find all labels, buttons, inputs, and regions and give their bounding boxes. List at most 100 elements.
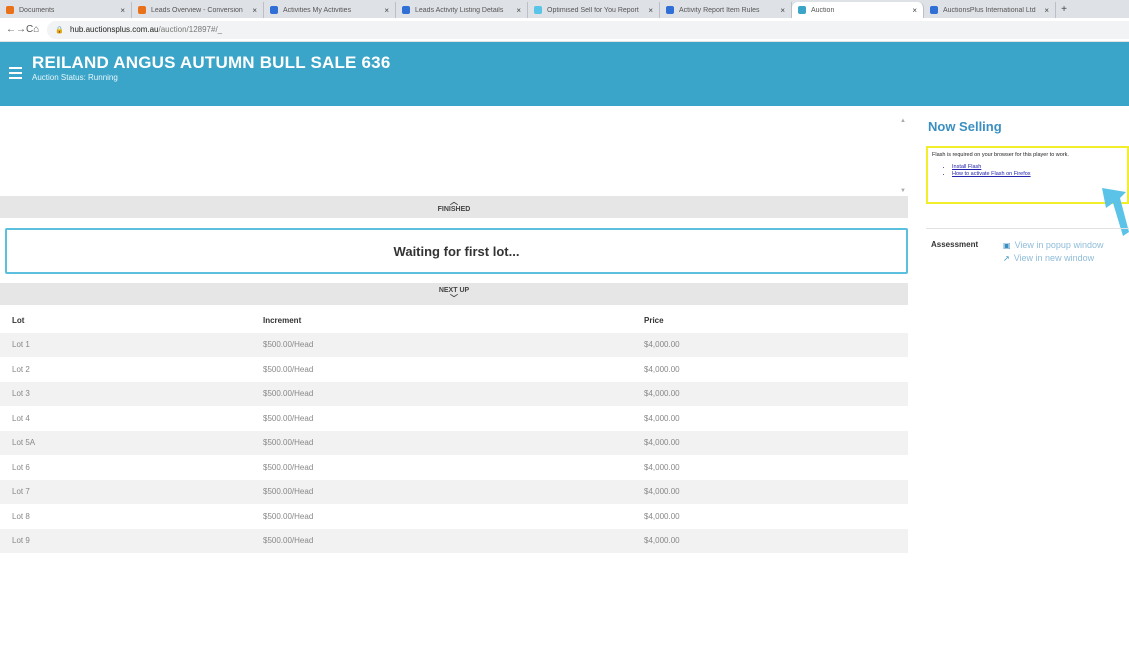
finished-label: FINISHED — [437, 206, 471, 213]
browser-tab[interactable]: Leads Overview - Conversion × — [132, 2, 264, 18]
price-cell: $4,000.00 — [644, 413, 680, 423]
table-row[interactable]: Lot 2 $500.00/Head $4,000.00 — [0, 357, 908, 382]
finished-toggle[interactable]: ︿ FINISHED — [0, 196, 908, 218]
browser-tab[interactable]: Documents × — [0, 2, 132, 18]
close-tab-icon[interactable]: × — [1044, 6, 1049, 15]
stream-scrollbar[interactable]: ▲ ▼ — [898, 116, 908, 194]
tab-title: Activity Report Item Rules — [679, 6, 760, 14]
column-header-increment: Increment — [263, 315, 302, 325]
scroll-down-icon[interactable]: ▼ — [900, 188, 906, 194]
close-tab-icon[interactable]: × — [384, 6, 389, 15]
browser-tab[interactable]: Activity Report Item Rules × — [660, 2, 792, 18]
tab-title: Activities My Activities — [283, 6, 352, 14]
close-tab-icon[interactable]: × — [516, 6, 521, 15]
now-selling-heading: Now Selling — [928, 119, 1002, 134]
assessment-label: Assessment — [931, 240, 979, 249]
browser-address-bar: ← → C ⌂ 🔒 hub.auctionsplus.com.au/auctio… — [0, 18, 1129, 42]
lot-cell: Lot 9 — [12, 536, 30, 546]
price-cell: $4,000.00 — [644, 340, 680, 350]
lots-table: Lot Increment Price Lot 1 $500.00/Head $4,… — [0, 308, 908, 553]
tab-title: AuctionsPlus International Ltd — [943, 6, 1036, 14]
scroll-up-icon[interactable]: ▲ — [900, 118, 906, 124]
home-icon[interactable]: ⌂ — [33, 24, 39, 35]
close-tab-icon[interactable]: × — [780, 6, 785, 15]
close-tab-icon[interactable]: × — [912, 6, 917, 15]
table-row[interactable]: Lot 9 $500.00/Head $4,000.00 — [0, 528, 908, 553]
lock-icon: 🔒 — [55, 26, 64, 34]
stream-area — [0, 116, 908, 194]
external-link-icon: ↗ — [1003, 254, 1010, 263]
next-up-toggle[interactable]: NEXT UP ﹀ — [0, 283, 908, 305]
close-tab-icon[interactable]: × — [252, 6, 257, 15]
browser-tab-bar: Documents × Leads Overview - Conversion × Ac… — [0, 0, 1129, 18]
tab-favicon-icon — [930, 6, 938, 14]
view-new-window-link[interactable]: ↗ View in new window — [1003, 252, 1103, 265]
view-popup-label: View in popup window — [1014, 240, 1104, 250]
url-path: /auction/12897#/_ — [158, 25, 223, 34]
price-cell: $4,000.00 — [644, 511, 680, 521]
pointer-arrow-icon — [1102, 188, 1129, 236]
current-lot-panel: Waiting for first lot... — [5, 228, 908, 274]
lot-cell: Lot 4 — [12, 413, 30, 423]
url-host: hub.auctionsplus.com.au — [70, 25, 159, 34]
activate-flash-link[interactable]: How to activate Flash on Firefox — [952, 171, 1123, 178]
assessment-links: ▣ View in popup window ↗ View in new win… — [1003, 239, 1103, 265]
view-new-label: View in new window — [1013, 253, 1095, 263]
browser-tab[interactable]: Leads Activity Listing Details × — [396, 2, 528, 18]
forward-arrow-icon[interactable]: → — [16, 24, 26, 35]
menu-icon[interactable] — [9, 67, 22, 79]
lot-cell: Lot 6 — [12, 462, 30, 472]
lot-cell: Lot 3 — [12, 389, 30, 399]
flash-player-notice: Flash is required on your browser for th… — [926, 146, 1129, 204]
browser-tab[interactable]: AuctionsPlus International Ltd × — [924, 2, 1056, 18]
table-row[interactable]: Lot 5A $500.00/Head $4,000.00 — [0, 430, 908, 455]
lot-cell: Lot 2 — [12, 364, 30, 374]
table-row[interactable]: Lot 7 $500.00/Head $4,000.00 — [0, 479, 908, 504]
lot-cell: Lot 5A — [12, 438, 36, 448]
price-cell: $4,000.00 — [644, 438, 680, 448]
increment-cell: $500.00/Head — [263, 487, 314, 497]
tab-favicon-icon — [270, 6, 278, 14]
close-tab-icon[interactable]: × — [648, 6, 653, 15]
tab-favicon-icon — [138, 6, 146, 14]
new-tab-icon[interactable]: + — [1056, 2, 1072, 18]
reload-icon[interactable]: C — [26, 24, 33, 35]
table-row[interactable]: Lot 3 $500.00/Head $4,000.00 — [0, 381, 908, 406]
tab-favicon-icon — [534, 6, 542, 14]
lot-cell: Lot 7 — [12, 487, 30, 497]
tab-favicon-icon — [402, 6, 410, 14]
tab-favicon-icon — [6, 6, 14, 14]
view-popup-link[interactable]: ▣ View in popup window — [1003, 239, 1103, 252]
tab-favicon-icon — [666, 6, 674, 14]
back-arrow-icon[interactable]: ← — [6, 24, 16, 35]
page-title: REILAND ANGUS AUTUMN BULL SALE 636 — [32, 53, 391, 72]
tab-title: Leads Activity Listing Details — [415, 6, 504, 14]
tab-favicon-icon — [798, 6, 806, 14]
table-row[interactable]: Lot 6 $500.00/Head $4,000.00 — [0, 455, 908, 480]
panel-divider — [926, 228, 1129, 229]
install-flash-link[interactable]: Install Flash — [952, 164, 1123, 171]
column-header-lot: Lot — [12, 315, 25, 325]
url-field[interactable]: 🔒 hub.auctionsplus.com.au/auction/12897#… — [47, 20, 1129, 39]
tab-title: Leads Overview - Conversion — [151, 6, 243, 14]
price-cell: $4,000.00 — [644, 487, 680, 497]
increment-cell: $500.00/Head — [263, 511, 314, 521]
table-row[interactable]: Lot 4 $500.00/Head $4,000.00 — [0, 406, 908, 431]
tab-title: Optimised Sell for You Report — [547, 6, 639, 14]
increment-cell: $500.00/Head — [263, 364, 314, 374]
table-row[interactable]: Lot 1 $500.00/Head $4,000.00 — [0, 332, 908, 357]
close-tab-icon[interactable]: × — [120, 6, 125, 15]
increment-cell: $500.00/Head — [263, 438, 314, 448]
price-cell: $4,000.00 — [644, 536, 680, 546]
browser-tab[interactable]: Activities My Activities × — [264, 2, 396, 18]
increment-cell: $500.00/Head — [263, 413, 314, 423]
price-cell: $4,000.00 — [644, 389, 680, 399]
price-cell: $4,000.00 — [644, 364, 680, 374]
browser-tab[interactable]: Auction × — [792, 2, 924, 18]
waiting-text: Waiting for first lot... — [393, 243, 520, 259]
table-header: Lot Increment Price — [0, 308, 908, 333]
increment-cell: $500.00/Head — [263, 462, 314, 472]
table-row[interactable]: Lot 8 $500.00/Head $4,000.00 — [0, 504, 908, 529]
browser-tab[interactable]: Optimised Sell for You Report × — [528, 2, 660, 18]
popup-window-icon: ▣ — [1003, 241, 1011, 250]
